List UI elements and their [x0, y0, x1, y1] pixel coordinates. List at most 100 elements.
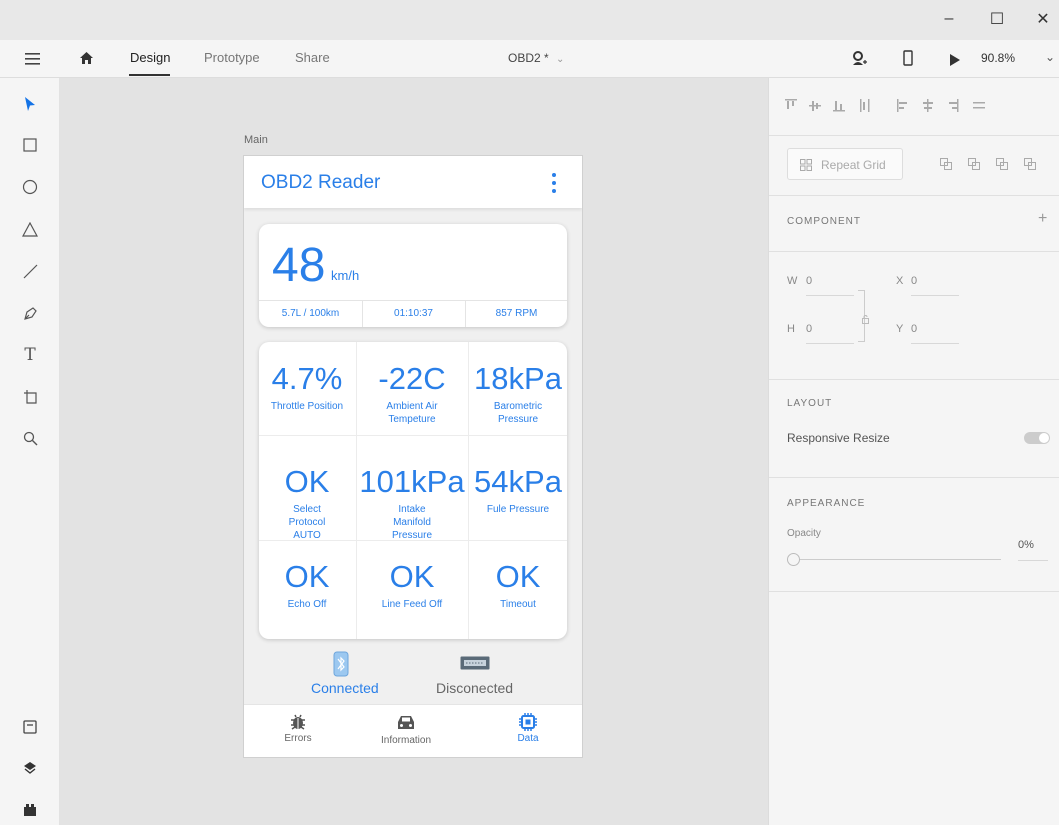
grid-value: OK [284, 464, 330, 499]
connected-status[interactable]: Connected [311, 680, 379, 696]
rpm-stat: 857 RPM [495, 308, 538, 319]
active-tab-indicator [129, 74, 170, 76]
artboard-label[interactable]: Main [244, 134, 268, 146]
h-label: H [787, 323, 795, 335]
grid-value: OK [284, 559, 330, 594]
grid-caption: Select Protocol AUTO [288, 504, 326, 541]
lock-aspect-icon[interactable] [862, 311, 869, 329]
h-value[interactable]: 0 [806, 323, 812, 335]
w-value[interactable]: 0 [806, 275, 812, 287]
nav-information[interactable]: Information [361, 713, 451, 746]
opacity-slider-track[interactable] [793, 559, 1001, 560]
home-icon[interactable] [79, 51, 94, 70]
select-protocol-cell: OK Select Protocol AUTO [252, 465, 362, 542]
play-preview-icon[interactable] [949, 53, 961, 71]
grid-caption: Fule Pressure [486, 504, 550, 515]
responsive-resize-toggle[interactable] [1024, 432, 1050, 444]
grid-value: 4.7% [271, 361, 343, 396]
assets-panel-icon[interactable] [19, 716, 41, 738]
close-button[interactable]: ✕ [1025, 6, 1059, 32]
minimize-button[interactable]: – [931, 6, 967, 32]
document-title-text: OBD2 * [508, 51, 549, 65]
artboard-tool-icon[interactable] [19, 385, 41, 407]
y-label: Y [896, 323, 904, 335]
more-options-icon[interactable] [547, 171, 561, 197]
responsive-resize-label: Responsive Resize [787, 431, 890, 445]
zoom-tool-icon[interactable] [19, 427, 41, 449]
device-preview-icon[interactable] [903, 50, 913, 71]
speed-value: 48 [272, 239, 326, 292]
y-value[interactable]: 0 [911, 323, 917, 335]
w-label: W [787, 275, 798, 287]
car-icon [398, 716, 414, 729]
property-inspector: Repeat Grid COMPONENT + W 0 X 0 H 0 Y 0 … [768, 78, 1059, 825]
tab-prototype[interactable]: Prototype [204, 50, 260, 65]
echo-off-cell: OK Echo Off [252, 560, 362, 611]
tool-bar: T [0, 78, 60, 825]
add-component-icon[interactable]: + [1038, 210, 1047, 228]
chevron-down-icon: ⌄ [556, 54, 565, 65]
transform-section: W 0 X 0 H 0 Y 0 [769, 252, 1059, 380]
throttle-position-cell: 4.7% Throttle Position [252, 362, 362, 413]
zoom-chevron-icon[interactable]: ⌄ [1045, 50, 1055, 64]
bottom-navigation: Errors Information Data [244, 704, 582, 757]
trip-time-stat: 01:10:37 [394, 308, 433, 319]
opacity-label: Opacity [787, 528, 821, 539]
timeout-cell: OK Timeout [463, 560, 573, 611]
tab-share[interactable]: Share [295, 50, 330, 65]
intake-manifold-cell: 101kPa Intake Manifold Pressure [357, 465, 467, 542]
polygon-tool-icon[interactable] [19, 218, 41, 240]
component-section: COMPONENT + [769, 196, 1059, 252]
line-feed-off-cell: OK Line Feed Off [357, 560, 467, 611]
nav-errors[interactable]: Errors [253, 713, 343, 744]
nav-label: Information [380, 735, 432, 746]
disconnected-status[interactable]: Disconected [436, 680, 513, 696]
grid-caption: Echo Off [287, 599, 327, 610]
repeat-grid-section: Repeat Grid [769, 136, 1059, 196]
grid-value: 18kPa [474, 361, 562, 396]
nav-label: Errors [284, 733, 312, 744]
maximize-button[interactable]: ☐ [979, 6, 1015, 32]
pen-tool-icon[interactable] [19, 302, 41, 324]
app-title: OBD2 Reader [261, 172, 381, 193]
artboard-main[interactable]: OBD2 Reader 48 km/h 5.7L / 100km 01:10:3… [243, 155, 583, 758]
ellipse-tool-icon[interactable] [19, 176, 41, 198]
appearance-header: APPEARANCE [787, 498, 866, 509]
document-title[interactable]: OBD2 * ⌄ [508, 51, 564, 65]
zoom-level[interactable]: 90.8% [981, 51, 1015, 65]
app-bar: OBD2 Reader [244, 156, 582, 208]
select-tool-icon[interactable] [19, 93, 41, 115]
component-header: COMPONENT [787, 216, 861, 227]
invite-user-icon[interactable] [851, 50, 867, 71]
nav-data[interactable]: Data [483, 713, 573, 744]
speed-unit: km/h [331, 268, 360, 283]
grid-caption: Throttle Position [270, 401, 344, 412]
hamburger-menu-icon[interactable] [25, 52, 40, 70]
fuel-pressure-cell: 54kPa Fule Pressure [463, 465, 573, 516]
align-tools-icon[interactable] [785, 99, 1059, 113]
tab-design[interactable]: Design [130, 50, 170, 65]
line-tool-icon[interactable] [19, 260, 41, 282]
bluetooth-device-icon [333, 651, 349, 682]
data-grid-card: 4.7% Throttle Position -22C Ambient Air … [259, 342, 567, 639]
repeat-grid-button[interactable]: Repeat Grid [787, 148, 903, 180]
opacity-value[interactable]: 0% [1018, 539, 1034, 551]
speed-card: 48 km/h 5.7L / 100km 01:10:37 857 RPM [259, 224, 567, 327]
repeat-grid-icon [800, 159, 812, 171]
grid-caption: Ambient Air Tempeture [386, 401, 438, 425]
rectangle-tool-icon[interactable] [19, 134, 41, 156]
plugins-panel-icon[interactable] [19, 799, 41, 821]
x-value[interactable]: 0 [911, 275, 917, 287]
x-label: X [896, 275, 904, 287]
grid-value: 54kPa [474, 464, 562, 499]
grid-caption: Barometric Pressure [493, 401, 543, 425]
ambient-air-cell: -22C Ambient Air Tempeture [357, 362, 467, 426]
align-section [769, 78, 1059, 136]
text-tool-icon[interactable]: T [19, 344, 41, 366]
grid-caption: Timeout [500, 599, 536, 610]
opacity-slider-thumb[interactable] [787, 553, 800, 566]
grid-caption: Intake Manifold Pressure [391, 504, 432, 541]
layers-panel-icon[interactable] [19, 757, 41, 779]
menu-bar: Design Prototype Share OBD2 * ⌄ 90.8% ⌄ [0, 40, 1059, 78]
boolean-ops-icon[interactable] [940, 158, 1050, 172]
